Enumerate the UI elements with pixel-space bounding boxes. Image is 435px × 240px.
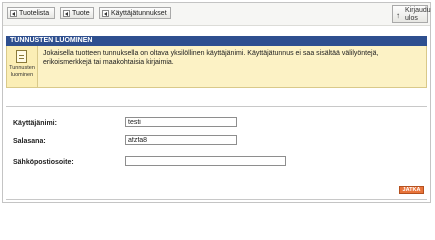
username-label: Käyttäjänimi: <box>13 120 57 127</box>
user-accounts-button[interactable]: Käyttäjätunnukset <box>99 7 171 19</box>
app-window: Tuotelista Tuote Käyttäjätunnukset ↑ Kir… <box>2 2 431 203</box>
toolbar: Tuotelista Tuote Käyttäjätunnukset ↑ Kir… <box>3 3 431 26</box>
continue-button[interactable]: JATKA <box>399 186 424 194</box>
user-accounts-label: Käyttäjätunnukset <box>111 9 167 17</box>
info-box: Tunnusten luominen Jokaisella tuotteen t… <box>6 46 427 88</box>
up-arrow-icon: ↑ <box>396 11 400 20</box>
back-arrow-icon <box>102 9 109 17</box>
product-list-label: Tuotelista <box>19 9 50 17</box>
document-icon <box>16 50 27 63</box>
info-icon-cell: Tunnusten luominen <box>7 46 38 87</box>
password-input[interactable] <box>125 135 237 145</box>
email-label: Sähköpostiosoite: <box>13 159 74 166</box>
back-arrow-icon <box>63 9 70 17</box>
logout-label: Kirjaudu ulos <box>405 7 431 22</box>
product-button[interactable]: Tuote <box>60 7 94 19</box>
username-input[interactable] <box>125 117 237 127</box>
user-form: Käyttäjänimi: Salasana: Sähköpostiosoite… <box>6 106 427 200</box>
logout-button[interactable]: ↑ Kirjaudu ulos <box>392 5 431 23</box>
password-label: Salasana: <box>13 138 46 145</box>
icon-caption: Tunnusten luominen <box>9 65 35 78</box>
product-list-button[interactable]: Tuotelista <box>7 7 55 19</box>
section-title: TUNNUSTEN LUOMINEN <box>6 36 427 46</box>
product-label: Tuote <box>72 9 90 17</box>
info-description: Jokaisella tuotteen tunnuksella on oltav… <box>43 50 379 66</box>
email-input[interactable] <box>125 156 286 166</box>
back-arrow-icon <box>10 9 17 17</box>
